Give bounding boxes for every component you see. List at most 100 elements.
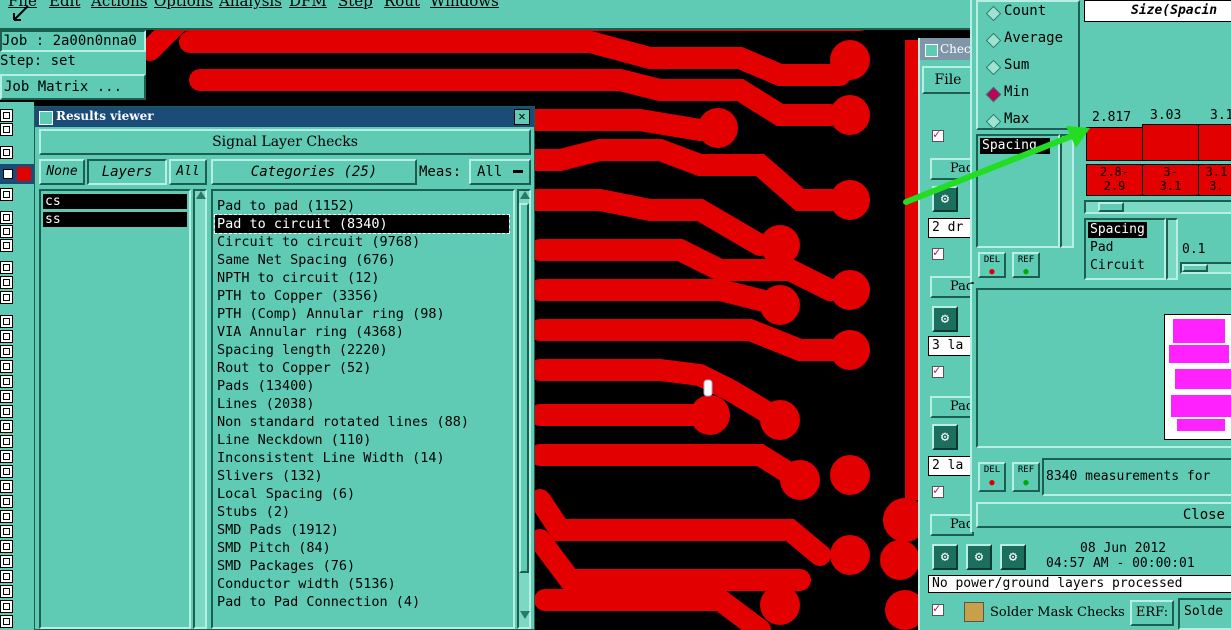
layer-checkbox[interactable] bbox=[0, 465, 13, 478]
measure-item-circuit[interactable]: Circuit bbox=[1090, 258, 1145, 273]
ref-button[interactable]: REF ● bbox=[1012, 462, 1040, 492]
measurement-map[interactable] bbox=[976, 288, 1231, 448]
del-button[interactable]: DEL ● bbox=[978, 252, 1006, 278]
scroll-up-icon[interactable] bbox=[196, 191, 206, 199]
hist-bar[interactable] bbox=[1198, 124, 1231, 161]
layer-checkbox[interactable] bbox=[0, 315, 13, 328]
radio-average[interactable] bbox=[985, 32, 1002, 49]
ref-button[interactable]: REF ● bbox=[1012, 252, 1040, 278]
checks-titlebar[interactable]: Chec bbox=[920, 38, 976, 60]
hist-bar[interactable] bbox=[1142, 124, 1199, 161]
category-item[interactable]: Line Neckdown (110) bbox=[217, 431, 371, 449]
categories-scrollbar[interactable] bbox=[517, 189, 531, 629]
check-enable-checkbox[interactable] bbox=[932, 483, 944, 498]
category-item[interactable]: Pads (13400) bbox=[217, 377, 315, 395]
category-item[interactable]: Local Spacing (6) bbox=[217, 485, 355, 503]
layer-checkbox[interactable] bbox=[0, 375, 13, 388]
layer-checkbox[interactable] bbox=[0, 420, 13, 433]
category-item[interactable]: Non standard rotated lines (88) bbox=[217, 413, 469, 431]
layer-checkbox[interactable] bbox=[0, 600, 13, 613]
scroll-down-icon[interactable] bbox=[520, 611, 530, 619]
check-enable-checkbox[interactable] bbox=[932, 245, 944, 260]
scroll-thumb[interactable] bbox=[1098, 202, 1124, 212]
layer-item-cs[interactable]: cs bbox=[43, 194, 187, 209]
layer-item-ss[interactable]: ss bbox=[43, 212, 187, 227]
window-menu-icon[interactable] bbox=[925, 44, 938, 57]
layer-checkbox[interactable] bbox=[3, 169, 13, 179]
del-button[interactable]: DEL ● bbox=[978, 462, 1006, 492]
menu-options[interactable]: Options bbox=[154, 0, 213, 10]
layer-checkbox[interactable] bbox=[0, 330, 13, 343]
layer-checkbox[interactable] bbox=[0, 146, 13, 159]
close-button[interactable]: Close bbox=[976, 502, 1231, 528]
radio-sum[interactable] bbox=[985, 59, 1002, 76]
check-enable-checkbox[interactable] bbox=[932, 601, 944, 616]
layer-checkbox[interactable] bbox=[0, 525, 13, 538]
job-matrix-button[interactable]: Job Matrix ... bbox=[0, 74, 146, 100]
layer-checkbox[interactable] bbox=[0, 188, 13, 201]
layer-checkbox[interactable] bbox=[0, 570, 13, 583]
category-item[interactable]: Circuit to circuit (9768) bbox=[217, 233, 420, 251]
option-min[interactable]: Min bbox=[1004, 84, 1029, 100]
layer-checkbox[interactable] bbox=[0, 450, 13, 463]
layer-checkbox[interactable] bbox=[0, 291, 13, 304]
layer-checkbox[interactable] bbox=[0, 211, 13, 224]
menu-actions[interactable]: Actions bbox=[91, 0, 147, 10]
hist-range-2[interactable]: 3- 3.1 bbox=[1142, 164, 1199, 196]
category-item[interactable]: SMD Pitch (84) bbox=[217, 539, 331, 557]
check-enable-checkbox[interactable] bbox=[932, 363, 944, 378]
scroll-thumb[interactable] bbox=[519, 203, 529, 573]
layer-checkbox[interactable] bbox=[0, 405, 13, 418]
layer-checkbox[interactable] bbox=[0, 540, 13, 553]
category-item[interactable]: Same Net Spacing (676) bbox=[217, 251, 396, 269]
category-item[interactable]: Pad to pad (1152) bbox=[217, 197, 355, 215]
category-item[interactable]: Pad to Pad Connection (4) bbox=[217, 593, 420, 611]
menu-edit[interactable]: Edit bbox=[49, 0, 80, 10]
layer-checkbox[interactable] bbox=[0, 360, 13, 373]
category-item[interactable]: Stubs (2) bbox=[217, 503, 290, 521]
menu-step[interactable]: Step bbox=[338, 0, 373, 10]
layer-checkbox[interactable] bbox=[0, 123, 13, 136]
category-item[interactable]: Conductor width (5136) bbox=[217, 575, 396, 593]
category-item[interactable]: Pad to circuit (8340) bbox=[214, 214, 510, 234]
run-check-icon[interactable]: ⚙ bbox=[932, 424, 958, 450]
layer-checkbox[interactable] bbox=[0, 495, 13, 508]
layer-checkbox[interactable] bbox=[0, 239, 13, 252]
layer-checkbox[interactable] bbox=[0, 390, 13, 403]
category-item[interactable]: NPTH to circuit (12) bbox=[217, 269, 380, 287]
layer-checkbox[interactable] bbox=[0, 225, 13, 238]
measure-scrollbar[interactable] bbox=[1166, 218, 1178, 280]
measure-item-spacing[interactable]: Spacing bbox=[1088, 222, 1147, 238]
active-layer-row[interactable] bbox=[0, 164, 34, 184]
run-check-icon[interactable]: ⚙ bbox=[966, 544, 992, 570]
category-item[interactable]: VIA Annular ring (4368) bbox=[217, 323, 404, 341]
layer-checkbox[interactable] bbox=[0, 109, 13, 122]
scroll-up-icon[interactable] bbox=[520, 191, 530, 199]
layer-checkbox[interactable] bbox=[0, 480, 13, 493]
category-item[interactable]: Spacing length (2220) bbox=[217, 341, 388, 359]
categories-list[interactable]: Pad to pad (1152) Pad to circuit (8340) Ci… bbox=[211, 189, 515, 629]
layer-checkbox[interactable] bbox=[0, 555, 13, 568]
category-item[interactable]: SMD Packages (76) bbox=[217, 557, 355, 575]
category-item[interactable]: Lines (2038) bbox=[217, 395, 315, 413]
hist-range-3[interactable]: 3.1 3. bbox=[1198, 164, 1231, 196]
threshold-slider[interactable] bbox=[1180, 262, 1231, 274]
menu-rout[interactable]: Rout bbox=[384, 0, 420, 10]
category-item[interactable]: PTH to Copper (3356) bbox=[217, 287, 380, 305]
option-count[interactable]: Count bbox=[1004, 3, 1046, 19]
layers-none-button[interactable]: None bbox=[39, 159, 85, 185]
hist-scrollbar[interactable] bbox=[1084, 200, 1231, 214]
category-item[interactable]: SMD Pads (1912) bbox=[217, 521, 339, 539]
menu-dfm[interactable]: DFM bbox=[289, 0, 327, 10]
category-item[interactable]: Inconsistent Line Width (14) bbox=[217, 449, 445, 467]
close-icon[interactable]: ✕ bbox=[514, 109, 530, 125]
category-item[interactable]: Slivers (132) bbox=[217, 467, 323, 485]
layer-checkbox[interactable] bbox=[0, 261, 13, 274]
radio-min[interactable] bbox=[985, 86, 1002, 103]
menu-windows[interactable]: Windows bbox=[430, 0, 499, 10]
slider-thumb[interactable] bbox=[1182, 264, 1208, 272]
layer-checkbox[interactable] bbox=[0, 345, 13, 358]
run-check-icon[interactable]: ⚙ bbox=[932, 306, 958, 332]
check-pad-button[interactable]: Pad bbox=[930, 276, 974, 298]
layer-checkbox[interactable] bbox=[0, 585, 13, 598]
